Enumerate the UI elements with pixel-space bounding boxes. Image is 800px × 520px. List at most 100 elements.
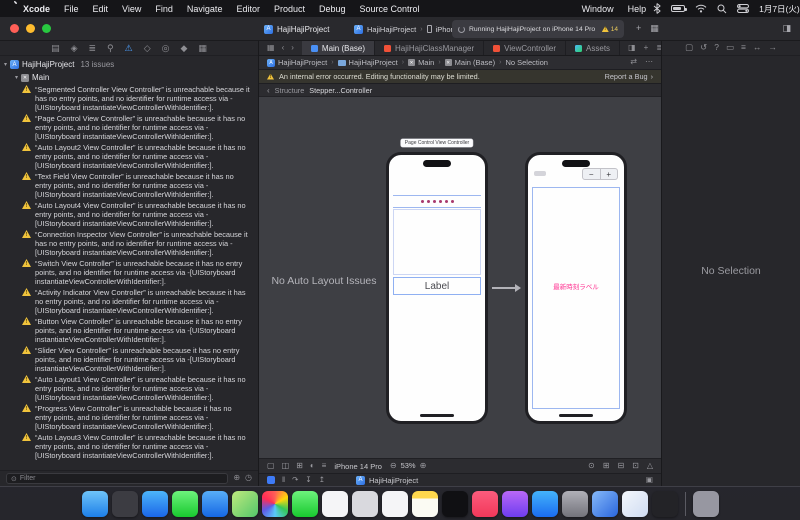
breakpoints-navigator-icon[interactable]: ◆	[181, 43, 188, 54]
add-editor-icon[interactable]: +	[644, 42, 649, 55]
report-bug-button[interactable]: Report a Bug ›	[605, 72, 653, 81]
maps-dock-icon[interactable]	[231, 490, 258, 517]
terminal-dock-icon[interactable]	[651, 490, 678, 517]
adapt-icon[interactable]: ≡	[322, 460, 327, 473]
zoom-level[interactable]: 53%	[401, 461, 416, 470]
issue-row[interactable]: “Connection Inspector View Controller” i…	[0, 229, 258, 258]
stop-icon[interactable]	[267, 476, 275, 484]
devices-icon[interactable]: ▢	[267, 460, 275, 473]
canvas-device-label[interactable]: iPhone 14 Pro	[334, 462, 382, 471]
activity-viewer[interactable]: Running HajiHajiProject on iPhone 14 Pro…	[452, 20, 624, 38]
window-tab[interactable]: HajiHajiProject	[264, 21, 329, 37]
menu-bar-clock[interactable]: 1月7日(火) 14:35	[759, 3, 800, 15]
console-toggle-icon[interactable]: ▣	[646, 474, 653, 486]
debug-navigator-icon[interactable]: ◎	[162, 43, 170, 54]
tv-dock-icon[interactable]	[441, 490, 468, 517]
resolve-issues-icon[interactable]: △	[647, 460, 653, 473]
zoom-out-button[interactable]: ⊖	[390, 460, 397, 473]
step-over-icon[interactable]: ↷	[292, 474, 298, 486]
menu-item-window[interactable]: Window	[575, 4, 621, 14]
contacts-dock-icon[interactable]	[351, 490, 378, 517]
storyboard-group-row[interactable]: Main	[0, 71, 258, 84]
messages-dock-icon[interactable]	[171, 490, 198, 517]
filter-add-icon[interactable]: ⊕	[233, 472, 240, 485]
swap-icon[interactable]: ⇄	[630, 56, 637, 69]
bluetooth-icon[interactable]	[653, 3, 661, 14]
menu-item-edit[interactable]: Edit	[86, 4, 116, 14]
orientation-icon[interactable]: ◫	[282, 460, 290, 473]
notes-dock-icon[interactable]	[411, 490, 438, 517]
xcode-dock-icon[interactable]	[591, 490, 618, 517]
step-into-icon[interactable]: ↧	[305, 474, 311, 486]
zoom-window-button[interactable]	[42, 24, 51, 33]
align-icon[interactable]: ⊟	[617, 460, 624, 473]
jump-bar-segment[interactable]: HajiHajiProject	[337, 58, 398, 67]
appearance-icon[interactable]: ◐	[310, 460, 315, 473]
add-icon[interactable]: +	[636, 21, 641, 35]
menu-item-editor[interactable]: Editor	[229, 4, 267, 14]
jump-bar-segment[interactable]: ✕ Main	[408, 58, 434, 67]
menu-item-help[interactable]: Help	[621, 4, 654, 14]
safari-dock-icon[interactable]	[141, 490, 168, 517]
page-control[interactable]	[393, 195, 481, 208]
file-inspector-icon[interactable]: ▢	[685, 41, 693, 55]
update-frames-icon[interactable]: ⊙	[588, 460, 595, 473]
label-view[interactable]: Label	[393, 277, 481, 295]
content-view-outline[interactable]	[393, 209, 481, 275]
calendar-dock-icon[interactable]	[321, 490, 348, 517]
library-icon[interactable]: ▦	[650, 21, 659, 35]
issue-row[interactable]: “Segmented Controller View Controller” i…	[0, 84, 258, 113]
back-icon[interactable]: ‹	[282, 42, 285, 55]
project-row[interactable]: HajiHajiProject 13 issues	[0, 58, 258, 71]
structure-label[interactable]: Structure	[275, 86, 305, 95]
jump-bar-segment[interactable]: ✕ Main (Base)	[444, 58, 495, 67]
search-icon[interactable]	[717, 4, 727, 14]
app-store-dock-icon[interactable]	[531, 490, 558, 517]
reports-navigator-icon[interactable]: ▦	[198, 43, 207, 54]
issue-row[interactable]: “Activity Indicator View Controller” is …	[0, 287, 258, 316]
control-center-icon[interactable]	[737, 4, 750, 13]
issue-row[interactable]: “Auto Layout3 View Controller” is unreac…	[0, 432, 258, 461]
storyboard-canvas[interactable]: No Auto Layout Issues Page Control View …	[259, 97, 661, 458]
reminders-dock-icon[interactable]	[381, 490, 408, 517]
music-dock-icon[interactable]	[471, 490, 498, 517]
related-items-icon[interactable]: ▦	[267, 42, 275, 55]
selected-view-outline[interactable]	[532, 187, 620, 409]
close-window-button[interactable]	[10, 24, 19, 33]
more-icon[interactable]: ⋯	[645, 56, 653, 69]
quick-help-icon[interactable]: ?	[714, 41, 719, 55]
scene-title-chip[interactable]: Page Control View Controller	[400, 139, 474, 147]
variants-icon[interactable]: ⊞	[296, 460, 303, 473]
launchpad-dock-icon[interactable]	[111, 490, 138, 517]
system-settings-dock-icon[interactable]	[561, 490, 588, 517]
wifi-icon[interactable]	[695, 4, 707, 13]
scene-stepper[interactable]: − + 最新時刻ラベル	[525, 152, 627, 424]
issue-row[interactable]: “Slider View Controller” is unreachable …	[0, 345, 258, 374]
menu-item-debug[interactable]: Debug	[312, 4, 353, 14]
disclosure-triangle-icon[interactable]	[15, 74, 18, 81]
menu-item-source-control[interactable]: Source Control	[353, 4, 427, 14]
stepper-value-label[interactable]: 最新時刻ラベル	[528, 281, 624, 291]
menu-item-find[interactable]: Find	[148, 4, 180, 14]
filter-input[interactable]: ⊙ Filter	[6, 473, 229, 484]
step-out-icon[interactable]: ↥	[319, 474, 325, 486]
simulator-dock-icon[interactable]	[621, 490, 648, 517]
attributes-inspector-icon[interactable]: ≡	[741, 41, 746, 55]
stepper-minus-button[interactable]: −	[583, 169, 600, 179]
scene-title[interactable]: Stepper...Controller	[309, 86, 372, 95]
symbols-navigator-icon[interactable]: ≣	[89, 43, 97, 54]
size-inspector-icon[interactable]: ↔	[753, 41, 762, 55]
issue-row[interactable]: “Page Control View Controller” is unreac…	[0, 113, 258, 142]
forward-icon[interactable]: ›	[291, 42, 294, 55]
issue-count-badge[interactable]: 14	[601, 26, 618, 33]
find-navigator-icon[interactable]: ⚲	[107, 43, 114, 54]
issues-navigator-icon[interactable]: ⚠	[125, 43, 133, 54]
facetime-dock-icon[interactable]	[291, 490, 318, 517]
issue-row[interactable]: “Text Field View Controller” is unreacha…	[0, 171, 258, 200]
mail-dock-icon[interactable]	[201, 490, 228, 517]
stepper-control[interactable]: − +	[582, 168, 618, 180]
editor-tab-viewcontroller[interactable]: ViewController	[484, 41, 567, 55]
jump-bar-segment[interactable]: A HajiHajiProject	[267, 58, 327, 67]
issue-row[interactable]: “Auto Layout1 View Controller” is unreac…	[0, 374, 258, 403]
menu-item-view[interactable]: View	[115, 4, 148, 14]
